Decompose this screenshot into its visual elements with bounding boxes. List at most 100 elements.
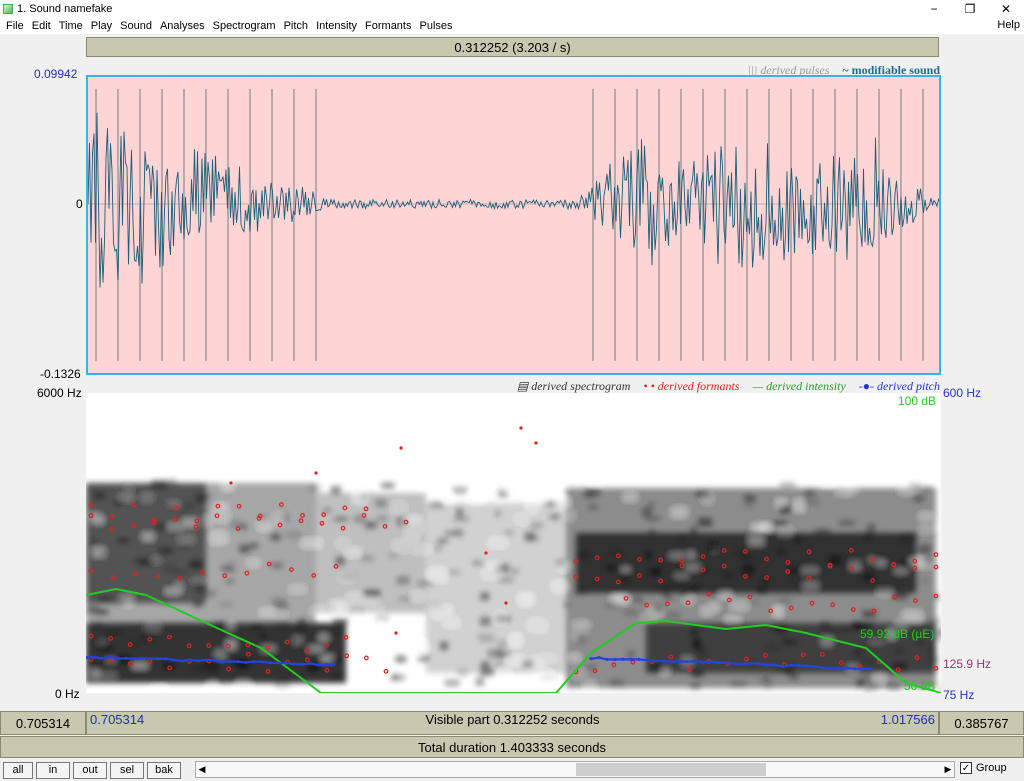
- window-controls: − ❐ ✕: [916, 0, 1024, 18]
- pitch-point: [268, 661, 272, 665]
- scroll-right-arrow-icon[interactable]: ▶: [942, 762, 954, 777]
- pitch-point: [765, 663, 769, 667]
- pitch-point: [196, 659, 200, 663]
- sound-y-max-label: 0.09942: [34, 67, 78, 81]
- pitch-value-label: 125.9 Hz: [943, 657, 992, 671]
- pitch-point: [653, 659, 657, 663]
- minimize-button[interactable]: −: [916, 0, 952, 18]
- freq-min-label: 0 Hz: [55, 687, 80, 701]
- menu-formants[interactable]: Formants: [362, 20, 416, 32]
- waveform-panel[interactable]: [86, 75, 941, 375]
- time-scrollbar[interactable]: ◀ ▶: [195, 761, 955, 778]
- pitch-point: [605, 657, 609, 662]
- pitch-point: [124, 656, 128, 660]
- zoom-back-button[interactable]: bak: [147, 761, 181, 779]
- formant-point: [534, 441, 538, 445]
- menu-spectrogram[interactable]: Spectrogram: [210, 20, 281, 32]
- menu-analyses[interactable]: Analyses: [157, 20, 210, 32]
- pitch-point: [108, 655, 112, 659]
- zoom-in-button[interactable]: in: [36, 761, 70, 779]
- total-duration-bar[interactable]: Total duration 1.403333 seconds: [0, 736, 1024, 758]
- pitch-point: [829, 666, 833, 670]
- pitch-point: [717, 661, 721, 665]
- pitch-point: [613, 657, 617, 662]
- zoom-out-button[interactable]: out: [73, 761, 107, 779]
- spectrogram-svg: [86, 426, 941, 693]
- selection-duration-bar[interactable]: 0.312252 (3.203 / s): [86, 37, 939, 57]
- intensity-max-label: 100 dB: [898, 394, 937, 408]
- visible-end-time: 1.017566: [880, 712, 935, 727]
- pitch-point: [645, 658, 649, 662]
- pitch-point: [733, 662, 737, 666]
- pitch-point: [725, 661, 729, 665]
- legend-derived-spectrogram: ▤ derived spectrogram: [516, 379, 631, 393]
- pitch-point: [773, 663, 777, 667]
- legend-derived-pitch: -●- derived pitch: [858, 379, 940, 393]
- legend-formants-text: derived formants: [657, 379, 740, 393]
- title-bar: 1. Sound namefake − ❐ ✕: [0, 0, 1024, 18]
- pitch-point: [709, 660, 713, 664]
- pitch-max-label: 600 Hz: [943, 386, 982, 400]
- formant-point: [229, 481, 233, 485]
- pitch-point: [757, 662, 761, 666]
- left-hidden-duration[interactable]: 0.705314: [0, 711, 86, 735]
- sound-y-zero-label: 0: [76, 197, 83, 211]
- pitch-point: [637, 657, 641, 661]
- formant-point: [519, 426, 523, 430]
- pitch-point: [805, 664, 809, 668]
- pitch-point: [116, 657, 120, 661]
- pitch-point: [164, 657, 168, 661]
- pitch-point: [821, 666, 825, 670]
- menu-file[interactable]: File: [3, 20, 29, 32]
- pitch-point: [140, 656, 144, 660]
- menu-pulses[interactable]: Pulses: [417, 20, 458, 32]
- pitch-point: [244, 660, 248, 665]
- menu-edit[interactable]: Edit: [29, 20, 56, 32]
- maximize-button[interactable]: ❐: [952, 0, 988, 18]
- pitch-point: [220, 660, 224, 664]
- spectrogram-panel[interactable]: [86, 393, 941, 693]
- formant-point: [383, 668, 389, 674]
- pitch-point: [589, 657, 593, 661]
- pitch-point: [300, 662, 304, 666]
- formant-point: [504, 601, 508, 605]
- menu-time[interactable]: Time: [56, 20, 88, 32]
- close-button[interactable]: ✕: [988, 0, 1024, 18]
- pitch-point: [172, 658, 176, 662]
- pitch-point: [132, 657, 136, 661]
- menu-play[interactable]: Play: [88, 20, 117, 32]
- right-hidden-duration[interactable]: 0.385767: [939, 711, 1024, 735]
- scroll-thumb[interactable]: [576, 763, 766, 776]
- group-label: Group: [976, 762, 1007, 774]
- legend-spectrogram-text: derived spectrogram: [531, 379, 631, 393]
- formant-point: [399, 446, 403, 450]
- pitch-point: [789, 663, 793, 667]
- freq-max-label: 6000 Hz: [37, 386, 82, 400]
- pitch-point: [156, 657, 160, 661]
- pitch-point: [180, 659, 184, 663]
- zoom-sel-button[interactable]: sel: [110, 761, 144, 779]
- zoom-all-button[interactable]: all: [3, 761, 33, 779]
- group-toggle[interactable]: ✓ Group: [960, 762, 1007, 774]
- group-checkbox[interactable]: ✓: [960, 762, 972, 774]
- pitch-point: [276, 661, 280, 665]
- menu-sound[interactable]: Sound: [117, 20, 157, 32]
- scroll-left-arrow-icon[interactable]: ◀: [196, 762, 208, 777]
- pitch-point: [332, 662, 336, 666]
- menu-pitch[interactable]: Pitch: [281, 20, 313, 32]
- pitch-point: [252, 660, 256, 664]
- pitch-point: [861, 667, 865, 671]
- pitch-point: [797, 663, 801, 668]
- pitch-point: [284, 661, 288, 665]
- pitch-point: [324, 662, 328, 667]
- pitch-point: [292, 662, 296, 666]
- pitch-point: [204, 658, 208, 662]
- formant-point: [394, 631, 398, 635]
- intensity-min-label: 50 dB: [904, 679, 936, 693]
- intensity-value-label: 59.92 dB (µE): [860, 627, 935, 641]
- visible-part-bar[interactable]: 0.705314 Visible part 0.312252 seconds 1…: [86, 711, 939, 735]
- pitch-point: [629, 657, 633, 661]
- menu-help[interactable]: Help: [997, 19, 1020, 31]
- pitch-point: [148, 656, 152, 661]
- menu-intensity[interactable]: Intensity: [313, 20, 362, 32]
